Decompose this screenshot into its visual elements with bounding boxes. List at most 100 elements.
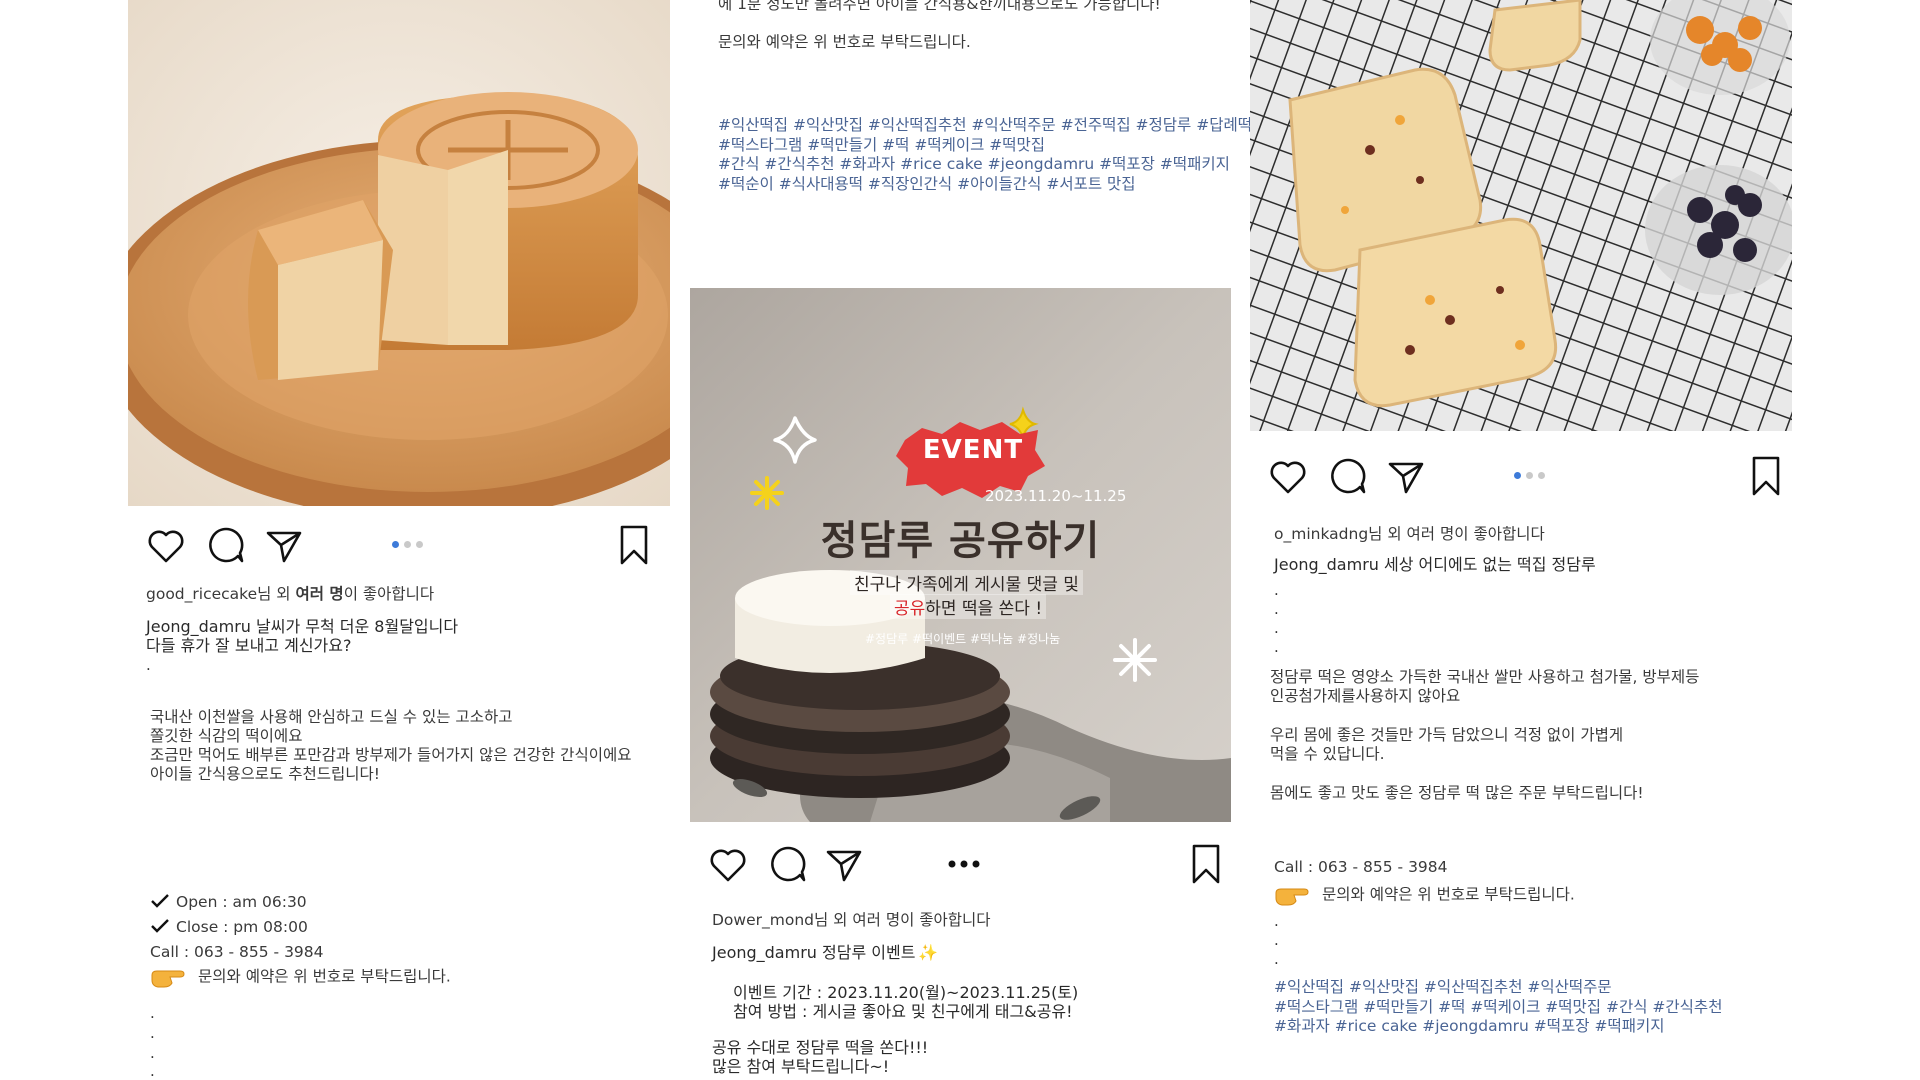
likes-end: 이 좋아합니다	[343, 585, 435, 603]
hashtag-line[interactable]: #익산떡집 #익산맛집 #익산떡집추천 #익산떡주문	[1274, 978, 1722, 998]
carousel-dots	[392, 541, 423, 548]
caption-dot: .	[1274, 600, 1279, 618]
event-dates: 2023.11.20~11.25	[985, 487, 1127, 505]
call-number: Call : 063 - 855 - 3984	[1274, 858, 1448, 876]
hashtag-line[interactable]: #익산떡집 #익산맛집 #익산떡집추천 #익산떡주문 #전주떡집 #정담루 #답…	[718, 116, 1252, 136]
close-hours: Close : pm 08:00	[150, 918, 308, 937]
hashtag-line[interactable]: #화과자 #rice cake #jeongdamru #떡포장 #떡패키지	[1274, 1017, 1722, 1037]
event-sub-2: 공유하면 떡을 쏜다 !	[890, 594, 1047, 619]
comment-icon[interactable]	[204, 523, 248, 567]
heart-icon[interactable]	[706, 842, 750, 886]
body-line-2: 인공첨가제를사용하지 않아요	[1270, 687, 1461, 705]
hashtag-line[interactable]: #간식 #간식추천 #화과자 #rice cake #jeongdamru #떡…	[718, 155, 1252, 175]
likes-suffix: 님 외 여러 명이 좋아합니다	[1368, 525, 1545, 543]
caption-dot: .	[1274, 912, 1279, 930]
hashtag-line[interactable]: #떡순이 #식사대용떡 #직장인간식 #아이들간식 #서포트 맛집	[718, 175, 1252, 195]
caption-text: 정담루 이벤트	[816, 943, 916, 962]
call-number: Call : 063 - 855 - 3984	[150, 943, 324, 961]
share-icon[interactable]	[262, 523, 306, 567]
check-icon	[151, 919, 169, 933]
trailing-dot: .	[150, 1024, 155, 1042]
caption-dot: .	[1274, 950, 1279, 968]
body-line-3: 우리 몸에 좋은 것들만 가득 담았으니 걱정 없이 가볍게	[1270, 726, 1624, 744]
caption-username[interactable]: Jeong_damru	[146, 617, 251, 636]
event-closing-2: 많은 참여 부탁드립니다~!	[712, 1057, 890, 1076]
body-line-3: 조금만 먹어도 배부른 포만감과 방부제가 들어가지 않은 건강한 간식이에요	[150, 746, 632, 764]
share-icon[interactable]	[822, 842, 866, 886]
inquiry-line: 문의와 예약은 위 번호로 부탁드립니다.	[150, 966, 451, 988]
caption-inquiry: 문의와 예약은 위 번호로 부탁드립니다.	[718, 33, 971, 51]
body-line-1: 정담루 떡은 영양소 가득한 국내산 쌀만 사용하고 첨가물, 방부제등	[1270, 668, 1700, 686]
body-line-4: 아이들 간식용으로도 추천드립니다!	[150, 765, 380, 783]
caption: Jeong_damru 날씨가 무척 더운 8월달입니다	[146, 617, 458, 636]
asterisk-yellow	[750, 476, 784, 510]
caption-dot: .	[1274, 619, 1279, 637]
liker-username[interactable]: Dower_mond	[712, 911, 814, 929]
likes-suffix: 님 외 여러 명이 좋아합니다	[814, 911, 991, 929]
trailing-dot: .	[150, 1004, 155, 1022]
post-2-actions	[706, 842, 1220, 886]
trailing-dot: .	[150, 1062, 155, 1080]
open-text: Open : am 06:30	[176, 893, 307, 911]
inquiry-text: 문의와 예약은 위 번호로 부탁드립니다.	[198, 967, 451, 986]
carousel-dots	[1514, 472, 1545, 479]
heart-icon[interactable]	[144, 523, 188, 567]
close-text: Close : pm 08:00	[176, 918, 308, 936]
bookmark-icon[interactable]	[612, 523, 656, 567]
more-options-icon[interactable]	[942, 842, 986, 886]
liker-username[interactable]: good_ricecake	[146, 585, 257, 603]
event-badge: EVENT	[922, 435, 1024, 465]
event-sub-1: 친구나 가족에게 게시물 댓글 및	[850, 570, 1083, 595]
body-line-4: 먹을 수 있답니다.	[1270, 745, 1385, 763]
separator-dot: .	[146, 656, 151, 674]
hashtag-line[interactable]: #떡스타그램 #떡만들기 #떡 #떡케이크 #떡맛집 #간식 #간식추천	[1274, 998, 1722, 1018]
cookies-photo	[1250, 0, 1792, 431]
pointing-hand-icon	[1275, 888, 1309, 906]
body-line-1: 국내산 이천쌀을 사용해 안심하고 드실 수 있는 고소하고	[150, 708, 513, 726]
event-sub-highlight: 공유	[894, 599, 926, 619]
pointing-hand-icon	[151, 970, 185, 988]
event-tags: #정담루 #떡이벤트 #떡나눔 #정나눔	[865, 632, 1061, 646]
post-card-1: good_ricecake님 외 여러 명이 좋아합니다 Jeong_damru…	[128, 0, 670, 1080]
asterisk-white	[1113, 638, 1157, 682]
heart-icon[interactable]	[1266, 454, 1310, 498]
mooncake-photo	[128, 0, 670, 506]
likes-bold: 여러 명	[295, 585, 344, 603]
event-period: 이벤트 기간 : 2023.11.20(월)~2023.11.25(토)	[733, 983, 1079, 1002]
caption-dot: .	[1274, 581, 1279, 599]
post-card-3: o_minkadng님 외 여러 명이 좋아합니다 Jeong_damru 세상…	[1250, 0, 1792, 1080]
caption-username[interactable]: Jeong_damru	[1274, 555, 1379, 574]
trailing-dot: .	[150, 1044, 155, 1062]
inquiry-line: 문의와 예약은 위 번호로 부탁드립니다.	[1274, 884, 1575, 906]
likes-text: Dower_mond님 외 여러 명이 좋아합니다	[712, 911, 991, 930]
comment-icon[interactable]	[766, 842, 810, 886]
liker-username[interactable]: o_minkadng	[1274, 525, 1368, 543]
bookmark-icon[interactable]	[1744, 454, 1788, 498]
post-card-2: 에 1분 정도만 돌려주면 아이들 간식용&한끼대용으로도 가능합니다! 문의와…	[690, 0, 1252, 1080]
share-icon[interactable]	[1384, 454, 1428, 498]
event-closing-1: 공유 수대로 정담루 떡을 쏜다!!!	[712, 1038, 929, 1057]
event-title: 정담루 공유하기	[820, 518, 1101, 564]
likes-text: o_minkadng님 외 여러 명이 좋아합니다	[1274, 525, 1545, 544]
caption: Jeong_damru 정담루 이벤트 ✨	[712, 943, 938, 962]
caption-dot: .	[1274, 638, 1279, 656]
caption-line-1: 날씨가 무척 더운 8월달입니다	[250, 617, 459, 636]
post-3-actions	[1266, 454, 1780, 498]
caption-text: 세상 어디에도 없는 떡집 정담루	[1378, 555, 1596, 574]
event-sub-rest: 하면 떡을 쏜다 !	[925, 599, 1043, 619]
open-hours: Open : am 06:30	[150, 893, 307, 912]
bookmark-icon[interactable]	[1184, 842, 1228, 886]
likes-suffix: 님 외	[257, 585, 296, 603]
hashtag-line[interactable]: #떡스타그램 #떡만들기 #떡 #떡케이크 #떡맛집	[718, 136, 1252, 156]
event-image: EVENT 2023.11.20~11.25 정담루 공유하기 친구나 가족에게…	[690, 288, 1231, 822]
likes-text: good_ricecake님 외 여러 명이 좋아합니다	[146, 585, 434, 604]
caption-line-2: 다들 휴가 잘 보내고 계신가요?	[146, 636, 352, 655]
comment-icon[interactable]	[1326, 454, 1370, 498]
caption-top-line: 에 1분 정도만 돌려주면 아이들 간식용&한끼대용으로도 가능합니다!	[718, 0, 1161, 13]
check-icon	[151, 894, 169, 908]
caption-username[interactable]: Jeong_damru	[712, 943, 817, 962]
sparkles-icon: ✨	[918, 943, 939, 962]
caption-dot: .	[1274, 931, 1279, 949]
inquiry-text: 문의와 예약은 위 번호로 부탁드립니다.	[1322, 885, 1575, 904]
hashtags: #익산떡집 #익산맛집 #익산떡집추천 #익산떡주문 #떡스타그램 #떡만들기 …	[1274, 978, 1722, 1037]
